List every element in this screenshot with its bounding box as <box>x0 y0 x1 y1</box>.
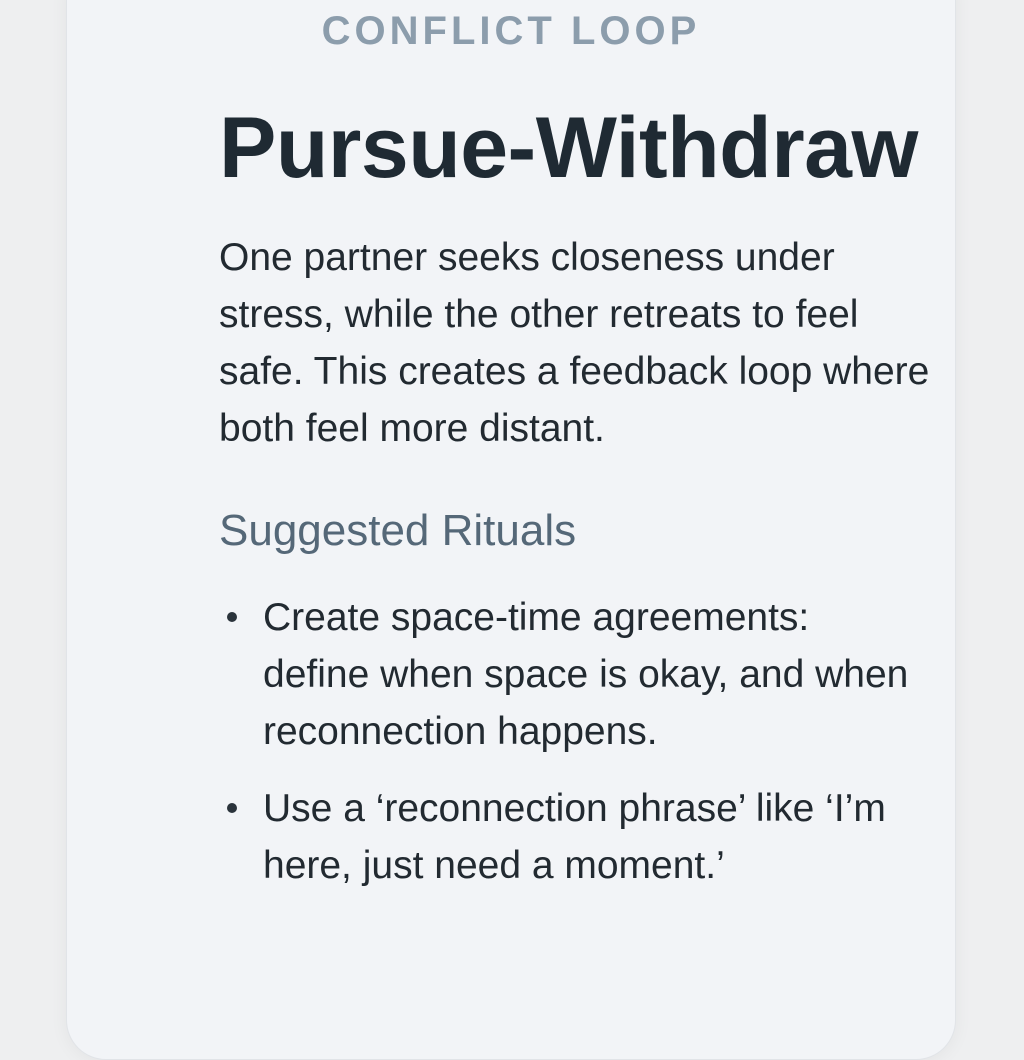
ritual-text: Use a ‘reconnection phrase’ like ‘I’m he… <box>263 787 886 887</box>
bullet-icon <box>227 803 237 813</box>
ritual-item: Create space-time agreements: define whe… <box>219 589 919 760</box>
ritual-item: Use a ‘reconnection phrase’ like ‘I’m he… <box>219 780 919 894</box>
ritual-text: Create space-time agreements: define whe… <box>263 596 909 753</box>
rituals-list: Create space-time agreements: define whe… <box>219 589 919 914</box>
card-title: Pursue-Withdraw <box>219 100 918 196</box>
suggested-rituals-heading: Suggested Rituals <box>219 506 577 555</box>
card-description: One partner seeks closeness under stress… <box>219 236 930 450</box>
bullet-icon <box>227 612 237 622</box>
card-eyebrow: CONFLICT LOOP <box>321 9 701 53</box>
conflict-loop-card: CONFLICT LOOP Pursue-Withdraw One partne… <box>66 0 956 1060</box>
